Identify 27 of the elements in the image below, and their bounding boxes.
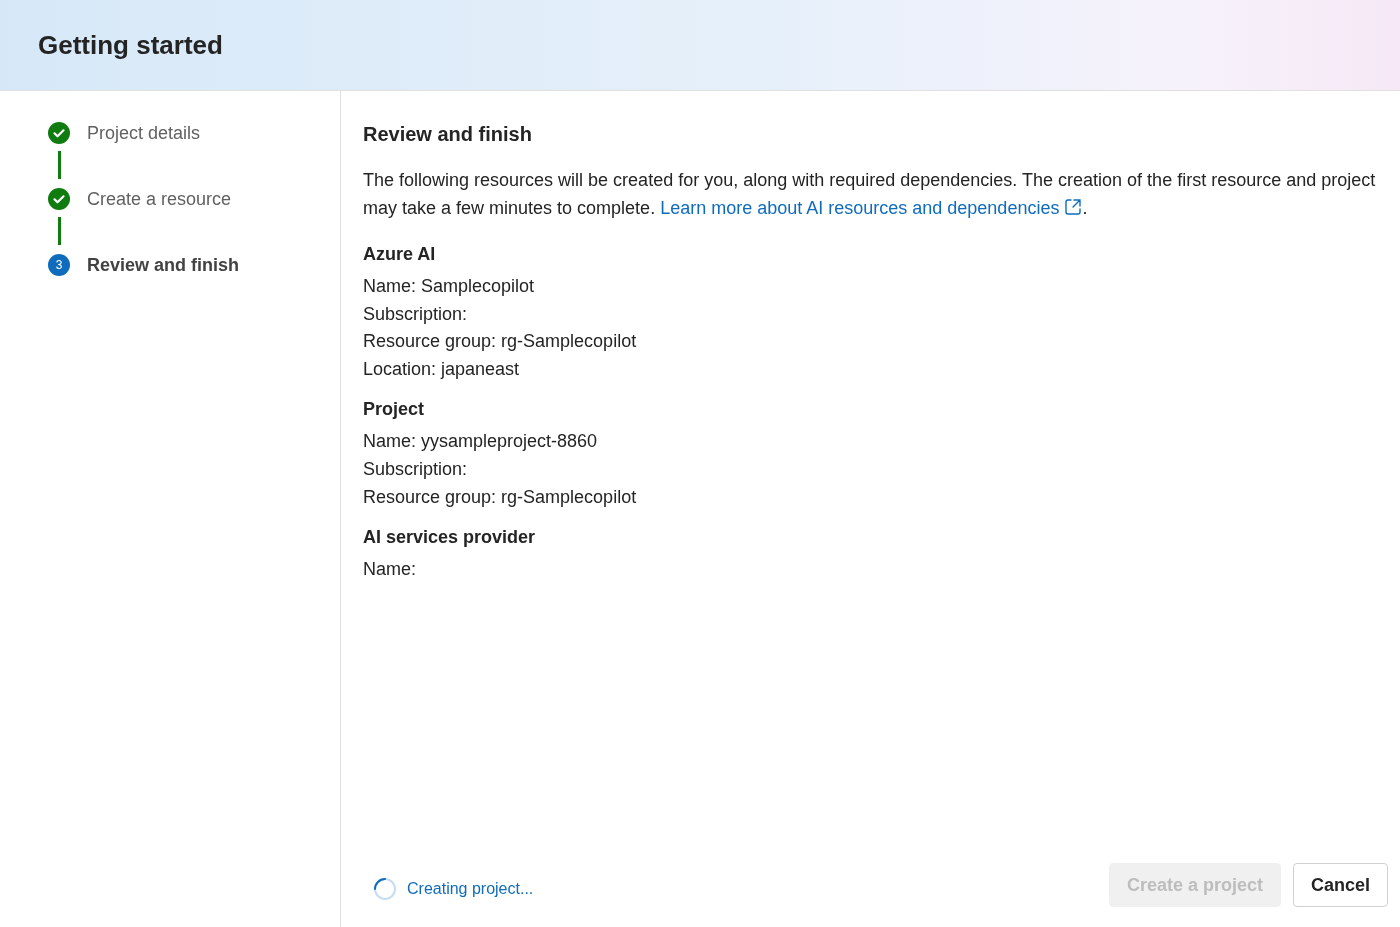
- learn-more-link[interactable]: Learn more about AI resources and dependencies: [660, 198, 1083, 218]
- external-link-icon: [1064, 198, 1083, 216]
- description-text: The following resources will be created for you, along with required dependencies. The creation of the first resource and project may take a few minutes to complete. Learn more about AI resources and dependencies .: [363, 169, 1377, 220]
- status-text: Creating project...: [407, 880, 534, 898]
- subsection-heading: Azure AI: [363, 244, 437, 265]
- spinner-icon: [373, 877, 397, 901]
- subsection-heading: AI services provider: [363, 527, 537, 549]
- step-label: Create a resource: [87, 188, 232, 210]
- detail-text: Resource group: rg-Samplecopilot: [363, 330, 638, 354]
- detail-text: Location: japaneast: [363, 357, 521, 381]
- check-circle-icon: [48, 188, 70, 210]
- subsection-heading: Project: [363, 399, 426, 421]
- step-connector: [58, 151, 61, 179]
- step-connector: [58, 217, 61, 245]
- step-number: 3: [48, 254, 70, 276]
- detail-text: Resource group: rg-Samplecopilot: [363, 485, 638, 509]
- detail-text: Subscription:: [363, 457, 469, 481]
- section-heading: Review and finish: [363, 123, 533, 146]
- detail-text: Subscription:: [363, 302, 469, 326]
- page-title: Getting started: [38, 29, 223, 61]
- detail-text: Name:: [363, 558, 417, 582]
- cancel-button[interactable]: Cancel: [1292, 863, 1388, 907]
- detail-text: Name: Samplecopilot: [363, 275, 536, 298]
- step-label: Project details: [87, 122, 201, 144]
- check-circle-icon: [48, 122, 70, 144]
- step-label: Review and finish: [87, 254, 240, 276]
- detail-text: Name: yysampleproject-8860: [363, 430, 599, 454]
